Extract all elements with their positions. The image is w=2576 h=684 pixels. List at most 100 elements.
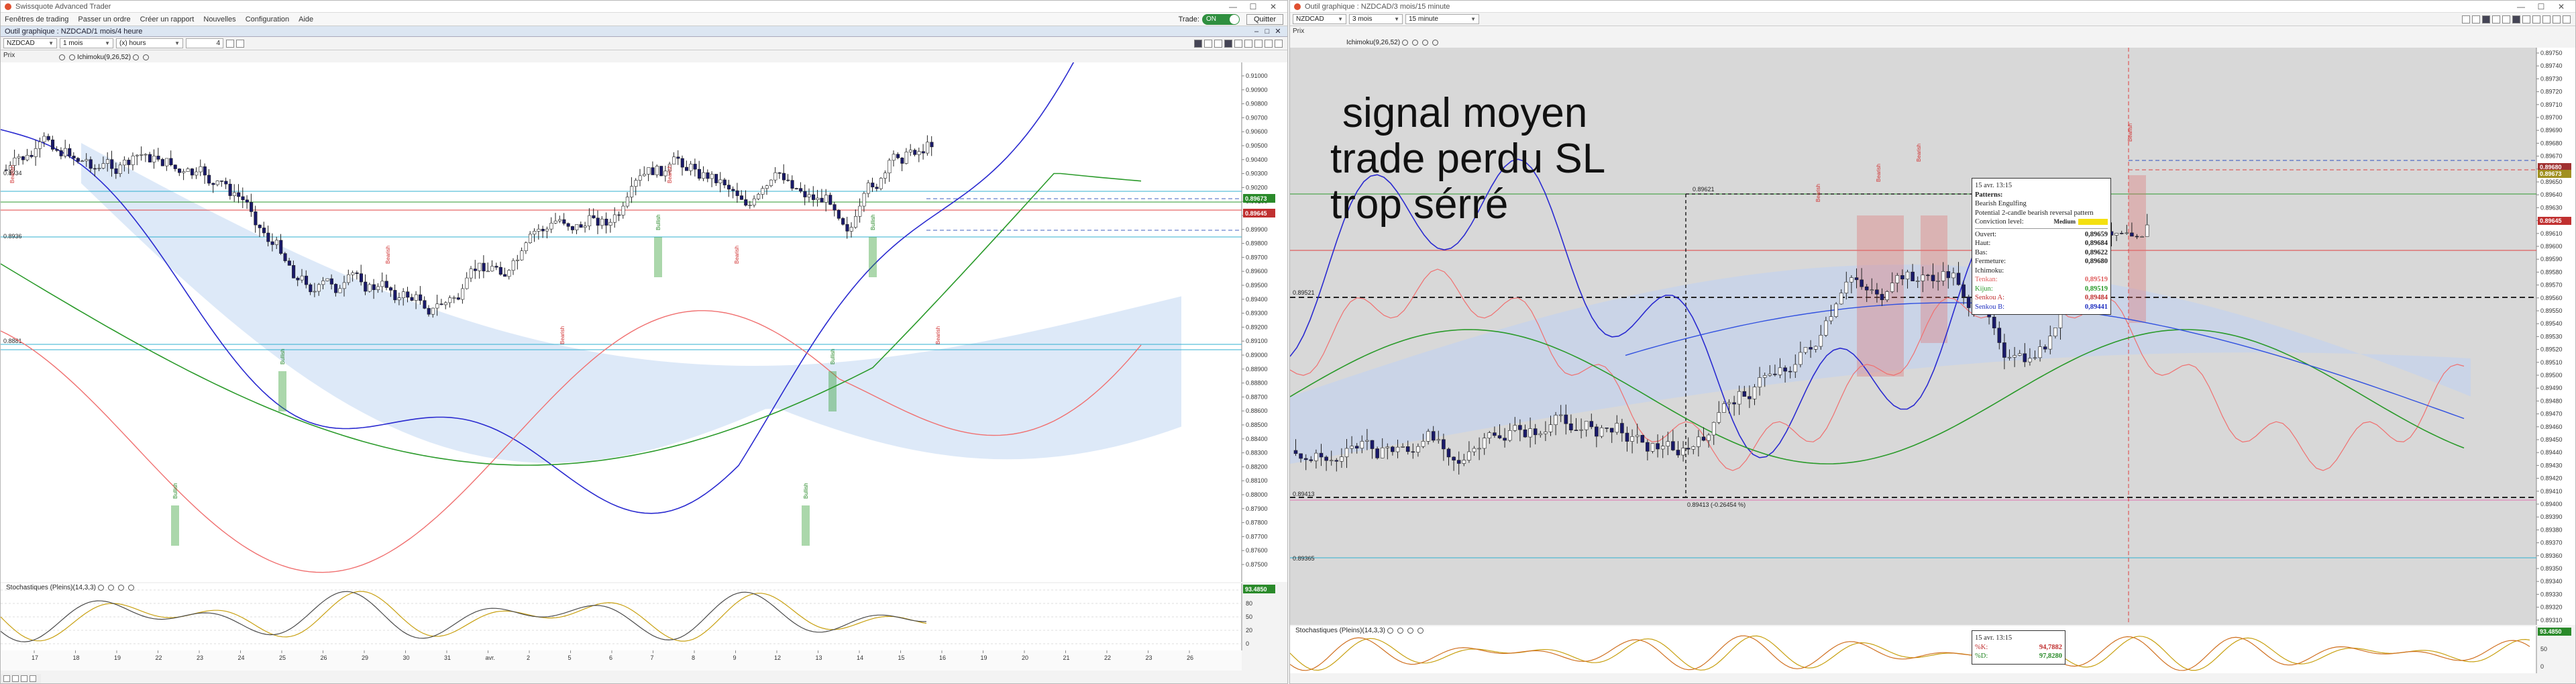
zoom-in-icon[interactable] [2462,15,2470,23]
fibonacci-icon[interactable] [1234,39,1242,48]
minimize-icon[interactable]: — [2511,2,2531,11]
settings-icon[interactable] [1254,39,1263,48]
zoom-in-icon[interactable] [226,39,234,48]
save-icon[interactable] [1275,39,1283,48]
chart-maximize-icon[interactable]: □ [1262,28,1273,36]
save-icon[interactable] [2563,15,2571,23]
settings-icon[interactable] [2542,15,2551,23]
edit-icon[interactable] [1407,627,1413,634]
gear-icon[interactable] [107,584,114,591]
candle-body [588,215,592,226]
zoom-out-icon[interactable] [236,39,244,48]
zoom-fit-icon[interactable] [21,675,28,682]
candle-body [110,159,114,169]
fibonacci-icon[interactable] [2522,15,2530,23]
eye-icon[interactable] [1402,39,1409,46]
remove-icon[interactable] [1432,39,1439,46]
period-select[interactable]: 1 mois ▼ [60,38,113,48]
candle-body [752,198,756,205]
symbol-select[interactable]: NZDCAD ▼ [1293,14,1346,24]
gear-icon[interactable] [1397,627,1403,634]
candle-type-icon[interactable] [1224,39,1232,48]
chart-toolbar-left: NZDCAD ▼ 1 mois ▼ (x) hours ▼ 4 [1,37,1287,50]
unit-select[interactable]: (x) hours ▼ [116,38,183,48]
remove-icon[interactable] [143,54,150,60]
minimize-icon[interactable]: — [1223,2,1243,11]
trade-switch[interactable]: ON [1201,13,1240,25]
crosshair-icon[interactable] [2492,15,2500,23]
bearish-pattern-label: Bearish [734,246,740,264]
bearish-pattern-label: Bearish [559,326,566,344]
candle-body [1442,439,1446,450]
stoch-chart-right[interactable]: Stochastiques (Pleins)(14,3,3) 10050093.… [1290,626,2576,673]
stoch-chart-left[interactable]: Stochastiques (Pleins)(14,3,3) 100805020… [1,583,1288,650]
candle-body [875,187,879,189]
maximize-icon[interactable]: ☐ [1243,2,1263,11]
price-label: Prix [1293,27,1305,35]
eye-icon[interactable] [97,584,104,591]
menu-configuration[interactable]: Configuration [246,15,289,23]
unit-count-input[interactable]: 4 [186,38,223,48]
trade-toggle[interactable]: Trade: ON [1179,13,1240,25]
candle-body [304,275,309,285]
candle-body [892,154,896,161]
close-icon[interactable]: ✕ [2551,2,2571,11]
candle-body [292,265,296,279]
candle-body [1905,271,1910,280]
menu-trading-windows[interactable]: Fenêtres de trading [5,15,68,23]
crosshair-icon[interactable] [1204,39,1212,48]
candle-type-icon[interactable] [2512,15,2520,23]
eye-icon[interactable] [59,54,65,60]
symbol-select[interactable]: NZDCAD ▼ [3,38,57,48]
eye-icon[interactable] [1387,627,1393,634]
edit-icon[interactable] [117,584,124,591]
tooltip-row: Senkou A: 0,89484 [1975,293,2108,303]
bullish-pattern-label: Bullish [655,214,661,230]
candle-body [625,197,629,207]
indicator-icon[interactable] [1214,39,1222,48]
indicator-icon[interactable] [2502,15,2510,23]
edit-icon[interactable] [133,54,140,60]
draw-line-icon[interactable] [2482,15,2490,23]
period-select[interactable]: 3 mois ▼ [1349,14,1403,24]
menu-help[interactable]: Aide [299,15,313,23]
close-icon[interactable]: ✕ [1263,2,1283,11]
stoch-chart-svg-right[interactable]: 10050093.4850 [1290,626,2576,673]
print-icon[interactable] [1265,39,1273,48]
chart-minimize-icon[interactable]: – [1251,28,1262,36]
quit-button[interactable]: Quitter [1246,13,1283,25]
date-tick-label: 17 [32,654,38,661]
candle-body [1813,346,1818,350]
remove-icon[interactable] [127,584,134,591]
candle-body [1732,402,1736,405]
gear-icon[interactable] [1412,39,1419,46]
stoch-chart-svg-left[interactable]: 100805020093.4850 [1,583,1288,650]
candle-body [300,275,304,281]
unit-select[interactable]: 15 minute ▼ [1405,14,1479,24]
menu-place-order[interactable]: Passer un ordre [78,15,130,23]
candle-body [676,156,680,159]
menu-create-report[interactable]: Créer un rapport [140,15,195,23]
candle-body [1344,448,1349,457]
tooltip-row: Ouvert: 0,89659 [1975,230,2108,240]
chart-close-icon[interactable]: ✕ [1273,27,1283,36]
maximize-icon[interactable]: ☐ [2531,2,2551,11]
zoom-out-icon[interactable] [2472,15,2480,23]
edit-icon[interactable] [1422,39,1429,46]
scroll-left-icon[interactable] [3,675,10,682]
price-chart-right[interactable]: Ichimoku(9,26,52) 0.89750 0.89740 0.89730 0… [1290,39,2575,625]
scroll-right-icon[interactable] [12,675,19,682]
menu-news[interactable]: Nouvelles [203,15,235,23]
reset-icon[interactable] [30,675,36,682]
print-icon[interactable] [2553,15,2561,23]
gear-icon[interactable] [69,54,75,60]
price-tick-label: 0.91000 [1246,72,1268,79]
candle-body [557,219,562,222]
text-tool-icon[interactable] [1244,39,1252,48]
text-tool-icon[interactable] [2532,15,2540,23]
remove-icon[interactable] [1417,627,1424,634]
price-chart-left[interactable]: Ichimoku(9,26,52) 0.91000 0.90900 0.90800 0… [1,1,1288,582]
price-tick-label: 0.90800 [1246,101,1268,107]
price-chart-svg-left[interactable]: 0.91000 0.90900 0.90800 0.90700 0.90600 0.905… [1,1,1288,582]
draw-line-icon[interactable] [1194,39,1202,48]
